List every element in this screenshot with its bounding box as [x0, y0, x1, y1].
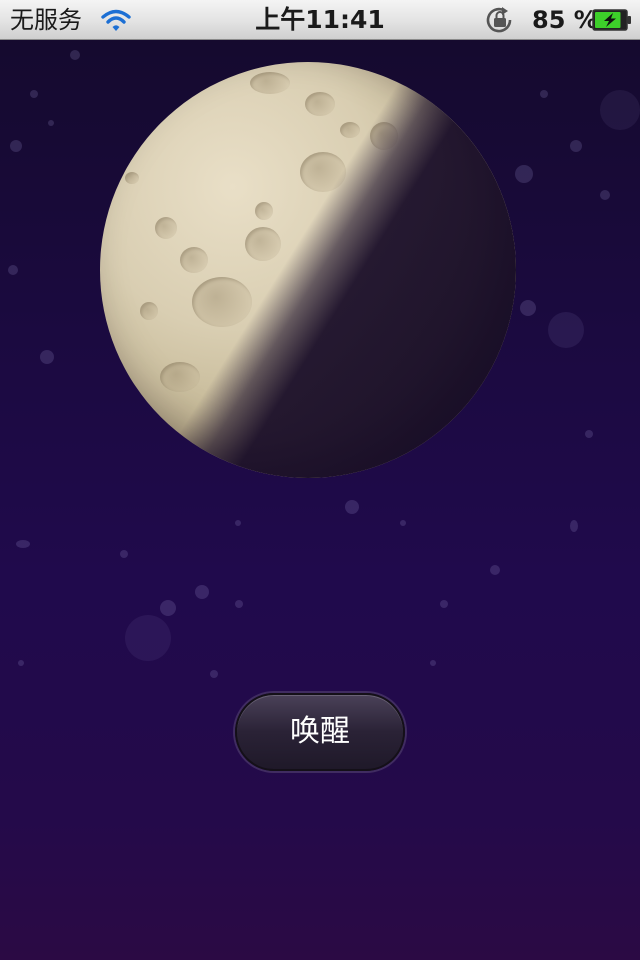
sleep-screen: 无服务 上午11:41 85 % 唤醒: [0, 0, 640, 960]
star-dust: [440, 600, 448, 608]
star-dust: [30, 90, 38, 98]
star-dust: [8, 265, 18, 275]
wake-button[interactable]: 唤醒: [235, 693, 405, 771]
moon-icon: [100, 62, 516, 478]
star-dust: [515, 165, 533, 183]
star-dust: [570, 520, 578, 532]
star-dust: [40, 350, 54, 364]
star-dust: [520, 300, 536, 316]
star-dust: [235, 600, 243, 608]
star-dust: [548, 312, 584, 348]
star-dust: [18, 660, 24, 666]
star-dust: [430, 660, 436, 666]
star-dust: [345, 500, 359, 514]
star-dust: [235, 520, 241, 526]
status-bar: 无服务 上午11:41 85 %: [0, 0, 640, 40]
star-dust: [120, 550, 128, 558]
star-dust: [195, 585, 209, 599]
star-dust: [600, 190, 610, 200]
star-dust: [585, 430, 593, 438]
star-dust: [125, 615, 171, 661]
rotation-lock-icon: [484, 6, 516, 34]
battery-percent: 85 %: [532, 6, 598, 34]
moon-shadow: [100, 62, 516, 478]
star-dust: [10, 140, 22, 152]
star-dust: [600, 90, 640, 130]
star-dust: [570, 140, 582, 152]
battery-charging-icon: [592, 9, 632, 31]
star-dust: [210, 670, 218, 678]
star-dust: [70, 50, 80, 60]
star-dust: [400, 520, 406, 526]
star-dust: [540, 90, 548, 98]
star-dust: [490, 565, 500, 575]
star-dust: [48, 120, 54, 126]
star-dust: [16, 540, 30, 548]
star-dust: [160, 600, 176, 616]
